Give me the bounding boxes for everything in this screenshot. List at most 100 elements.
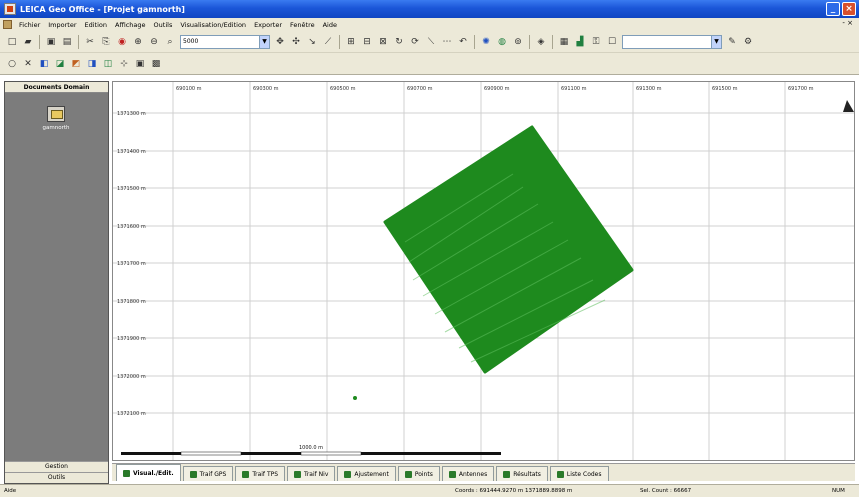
- tab-label: Traif TPS: [252, 470, 279, 478]
- x-tick-label: 691100 m: [561, 86, 587, 92]
- close-icon[interactable]: ×: [842, 2, 856, 16]
- target2-icon[interactable]: ⊚: [512, 36, 524, 48]
- menu-outils[interactable]: Outils: [150, 21, 177, 29]
- document-icon[interactable]: [3, 20, 12, 29]
- app-icon: [4, 3, 16, 15]
- tab-label: Antennes: [458, 470, 488, 478]
- results-icon: [503, 470, 511, 478]
- tool-c-icon[interactable]: ◩: [70, 58, 82, 70]
- tab-tps[interactable]: Traif TPS: [235, 466, 286, 481]
- panel-tab-gestion[interactable]: Gestion: [5, 461, 108, 472]
- refresh-icon[interactable]: ⟳: [409, 36, 421, 48]
- panel-tab-outils[interactable]: Outils: [5, 472, 108, 483]
- zoom-out-icon[interactable]: ⊖: [148, 36, 160, 48]
- tool-g-icon[interactable]: ▣: [134, 58, 146, 70]
- project-icon[interactable]: [47, 106, 65, 122]
- circle-icon[interactable]: ○: [6, 58, 18, 70]
- tool-e-icon[interactable]: ◫: [102, 58, 114, 70]
- measure-icon[interactable]: ⟋: [322, 36, 334, 48]
- menu-fichier[interactable]: Fichier: [15, 21, 44, 29]
- y-tick-label: 1371400 m: [117, 149, 146, 155]
- x-tick-label: 691700 m: [788, 86, 814, 92]
- point-icon[interactable]: ⋯: [441, 36, 453, 48]
- window-title: LEICA Geo Office - [Projet gamnorth]: [20, 4, 185, 14]
- tab-antenna[interactable]: Antennes: [441, 466, 495, 481]
- tab-gps[interactable]: Traif GPS: [182, 466, 234, 481]
- ok-icon[interactable]: ☐: [606, 36, 618, 48]
- settings-icon[interactable]: ⚙: [742, 36, 754, 48]
- grid-icon[interactable]: ⊞: [345, 36, 357, 48]
- tab-codes[interactable]: Liste Codes: [549, 466, 609, 481]
- pan-icon[interactable]: ✥: [274, 36, 286, 48]
- menu-fenetre[interactable]: Fenêtre: [286, 21, 319, 29]
- line-icon[interactable]: ⟍: [425, 36, 437, 48]
- table-icon[interactable]: ▦: [558, 36, 570, 48]
- tool-a-icon[interactable]: ◧: [38, 58, 50, 70]
- tab-points[interactable]: Points: [397, 466, 440, 481]
- chevron-down-icon[interactable]: ▼: [711, 35, 721, 48]
- globe-icon[interactable]: ◍: [496, 36, 508, 48]
- menu-aide[interactable]: Aide: [319, 21, 341, 29]
- new-file-icon[interactable]: □: [6, 36, 18, 48]
- map-canvas[interactable]: 690100 m 690300 m 690500 m 690700 m 690900 m…: [113, 82, 854, 460]
- chevron-down-icon[interactable]: ▼: [259, 35, 269, 48]
- antenna-icon: [448, 470, 456, 478]
- tab-label: Traif Niv: [304, 470, 329, 478]
- menu-edition[interactable]: Edition: [81, 21, 112, 29]
- tab-map[interactable]: Visual./Edit.: [116, 464, 181, 481]
- tab-label: Points: [414, 470, 433, 478]
- tab-adjust[interactable]: Ajustement: [337, 466, 396, 481]
- code-combo[interactable]: ▼: [622, 34, 722, 49]
- title-bar: LEICA Geo Office - [Projet gamnorth] _ ×: [0, 0, 859, 18]
- select-icon[interactable]: ↘: [306, 36, 318, 48]
- lock-icon[interactable]: ⚿: [590, 36, 602, 48]
- layer-icon[interactable]: ⊟: [361, 36, 373, 48]
- status-help: Aide: [4, 488, 17, 494]
- target-icon[interactable]: ◉: [116, 36, 128, 48]
- tab-label: Traif GPS: [199, 470, 227, 478]
- tab-level[interactable]: Traif Niv: [287, 466, 336, 481]
- cross-icon[interactable]: ✕: [22, 58, 34, 70]
- zoom-in-icon[interactable]: ⊕: [132, 36, 144, 48]
- panel-title: Documents Domain: [5, 82, 108, 93]
- survey-point[interactable]: [353, 396, 357, 400]
- y-tick-label: 1371600 m: [117, 224, 146, 230]
- cut-icon[interactable]: ✂: [84, 36, 96, 48]
- copy-icon[interactable]: ⎘: [100, 36, 112, 48]
- x-tick-label: 690500 m: [330, 86, 356, 92]
- north-arrow-icon: [843, 100, 854, 112]
- menu-affichage[interactable]: Affichage: [111, 21, 150, 29]
- status-bar: Aide Coords : 691444.9270 m 1371889.8898…: [0, 484, 859, 497]
- tab-results[interactable]: Résultats: [496, 466, 548, 481]
- tool-d-icon[interactable]: ◨: [86, 58, 98, 70]
- minimize-icon[interactable]: _: [826, 2, 840, 16]
- map-view[interactable]: 690100 m 690300 m 690500 m 690700 m 690900 m…: [112, 81, 855, 461]
- points-icon: [404, 470, 412, 478]
- survey-track[interactable]: [383, 125, 634, 374]
- preview-icon[interactable]: ▤: [61, 36, 73, 48]
- move-icon[interactable]: ✣: [290, 36, 302, 48]
- mdi-close-icon[interactable]: - ×: [842, 19, 853, 27]
- menu-importer[interactable]: Importer: [44, 21, 80, 29]
- y-tick-label: 1371800 m: [117, 299, 146, 305]
- undo-icon[interactable]: ↶: [457, 36, 469, 48]
- x-tick-label: 691300 m: [636, 86, 662, 92]
- edit-icon[interactable]: ✎: [726, 36, 738, 48]
- scale-combo[interactable]: 5000 ▼: [180, 34, 270, 49]
- document-item[interactable]: gamnorth: [41, 106, 71, 131]
- open-folder-icon[interactable]: ▰: [22, 36, 34, 48]
- tool-b-icon[interactable]: ◪: [54, 58, 66, 70]
- document-label: gamnorth: [42, 125, 70, 131]
- zoom-window-icon[interactable]: ⌕: [164, 36, 176, 48]
- filter-icon[interactable]: ⊠: [377, 36, 389, 48]
- print-icon[interactable]: ▣: [45, 36, 57, 48]
- satellite-icon[interactable]: ✺: [480, 36, 492, 48]
- shield-icon[interactable]: ◈: [535, 36, 547, 48]
- redo-icon[interactable]: ↻: [393, 36, 405, 48]
- tool-h-icon[interactable]: ▩: [150, 58, 162, 70]
- menu-visualisation[interactable]: Visualisation/Edition: [176, 21, 250, 29]
- chart-icon[interactable]: ▟: [574, 36, 586, 48]
- menu-exporter[interactable]: Exporter: [250, 21, 286, 29]
- tool-f-icon[interactable]: ⊹: [118, 58, 130, 70]
- y-tick-label: 1371300 m: [117, 111, 146, 117]
